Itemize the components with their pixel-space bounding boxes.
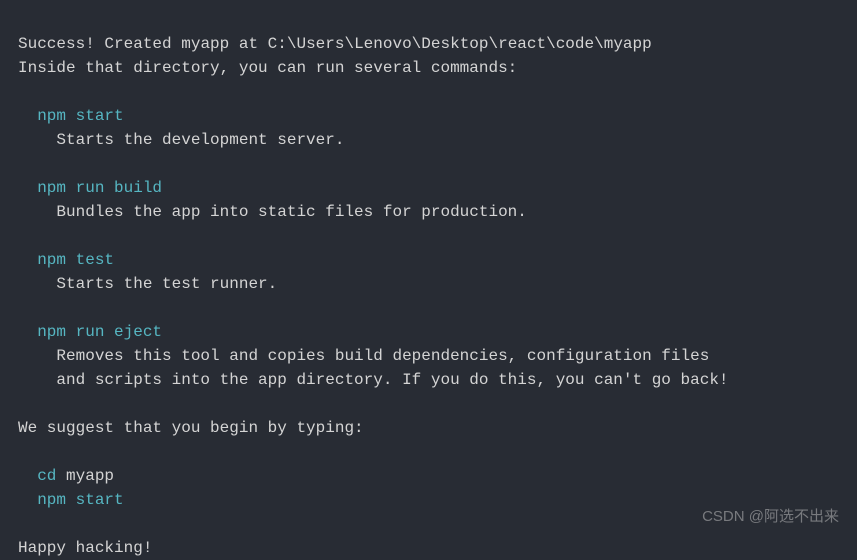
npm-eject-desc1: Removes this tool and copies build depen… [56, 347, 709, 365]
npm-test-desc: Starts the test runner. [56, 275, 277, 293]
npm-start-desc: Starts the development server. [56, 131, 344, 149]
npm-build-cmd: npm run build [37, 179, 162, 197]
suggest-line: We suggest that you begin by typing: [18, 419, 364, 437]
cd-app-name: myapp [66, 467, 114, 485]
npm-start-final: npm start [37, 491, 123, 509]
cd-cmd: cd [37, 467, 66, 485]
npm-build-desc: Bundles the app into static files for pr… [56, 203, 526, 221]
terminal-output: Success! Created myapp at C:\Users\Lenov… [18, 8, 839, 560]
inside-dir-line: Inside that directory, you can run sever… [18, 59, 517, 77]
npm-eject-cmd: npm run eject [37, 323, 162, 341]
happy-hacking: Happy hacking! [18, 539, 152, 557]
npm-test-cmd: npm test [37, 251, 114, 269]
watermark: CSDN @阿选不出来 [702, 506, 839, 529]
success-line: Success! Created myapp at C:\Users\Lenov… [18, 35, 652, 53]
npm-start-cmd: npm start [37, 107, 123, 125]
npm-eject-desc2: and scripts into the app directory. If y… [56, 371, 728, 389]
